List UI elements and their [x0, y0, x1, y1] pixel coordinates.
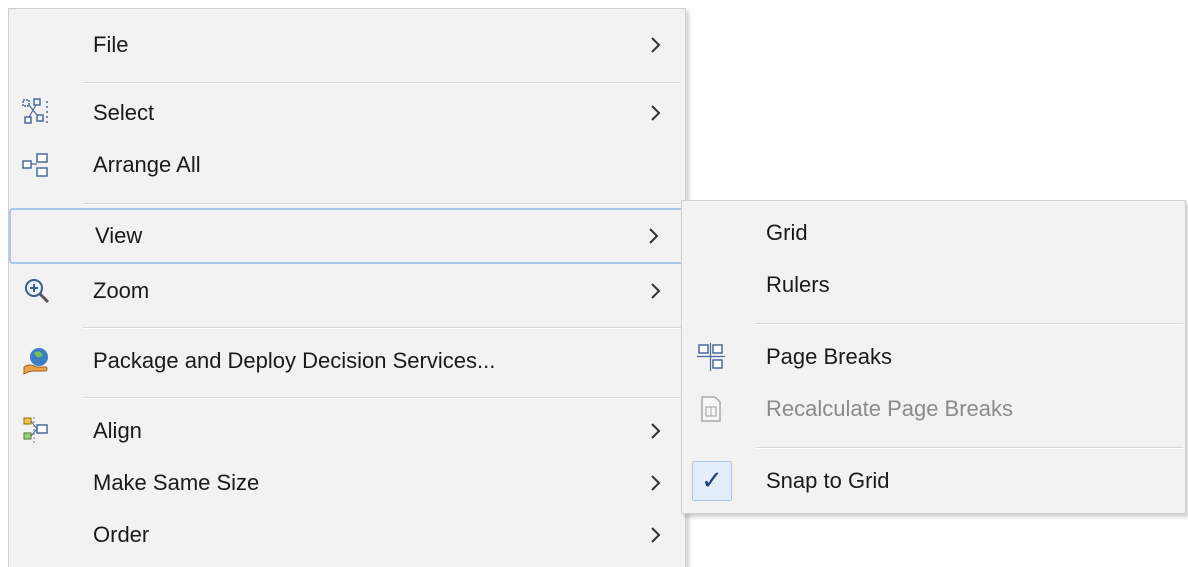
menu-item-label: Zoom — [93, 278, 150, 303]
menu-item-package-deploy[interactable]: Package and Deploy Decision Services... — [9, 335, 685, 387]
submenu-item-label: Rulers — [766, 272, 830, 297]
menu-separator — [83, 82, 681, 84]
checked-indicator: ✓ — [692, 461, 732, 501]
menu-item-label: Arrange All — [93, 152, 201, 177]
submenu-item-rulers[interactable]: Rulers — [682, 259, 1185, 311]
menu-item-select[interactable]: Select — [9, 87, 685, 139]
menu-item-label: Select — [93, 100, 155, 125]
submenu-item-recalculate-page-breaks[interactable]: Recalculate Page Breaks — [682, 383, 1185, 435]
align-icon — [23, 417, 48, 443]
chevron-right-icon — [651, 475, 661, 491]
menu-item-label: Order — [93, 522, 150, 547]
chevron-right-icon — [651, 37, 661, 53]
menu-separator — [83, 327, 681, 329]
menu-item-label: View — [95, 223, 143, 248]
arrange-all-icon — [22, 153, 48, 177]
chevron-right-icon — [651, 283, 661, 299]
submenu-item-label: Snap to Grid — [766, 468, 890, 493]
submenu-item-label: Grid — [766, 220, 808, 245]
chevron-right-icon — [651, 105, 661, 121]
chevron-right-icon — [649, 228, 659, 244]
recalculate-page-breaks-icon — [701, 396, 721, 422]
submenu-separator — [756, 323, 1183, 325]
chevron-right-icon — [651, 527, 661, 543]
select-nodes-icon — [22, 98, 48, 125]
menu-item-order[interactable]: Order — [9, 509, 685, 561]
menu-item-label: File — [93, 32, 129, 57]
chevron-right-icon — [651, 423, 661, 439]
menu-item-make-same-size[interactable]: Make Same Size — [9, 457, 685, 509]
submenu-item-page-breaks[interactable]: Page Breaks — [682, 331, 1185, 383]
deploy-icon — [23, 348, 48, 375]
menu-item-label: Package and Deploy Decision Services... — [93, 348, 496, 373]
submenu-item-label: Recalculate Page Breaks — [766, 396, 1014, 421]
menu-item-label: Make Same Size — [93, 470, 260, 495]
menu-separator — [83, 203, 681, 205]
menu-separator — [83, 397, 681, 399]
context-menu: File Select Arrange All View Zoom Packag… — [8, 8, 686, 567]
menu-item-view[interactable]: View — [9, 208, 685, 264]
menu-item-label: Align — [93, 418, 142, 443]
menu-item-align[interactable]: Align — [9, 405, 685, 457]
menu-item-arrange-all[interactable]: Arrange All — [9, 139, 685, 191]
page-breaks-icon — [697, 343, 725, 371]
screen: File Select Arrange All View Zoom Packag… — [0, 0, 1188, 567]
submenu-item-snap-to-grid[interactable]: ✓ Snap to Grid — [682, 455, 1185, 507]
zoom-in-icon — [25, 279, 50, 304]
view-submenu: Grid Rulers Page Breaks Recalculate Page… — [681, 200, 1186, 514]
submenu-item-label: Page Breaks — [766, 344, 892, 369]
submenu-separator — [756, 447, 1183, 449]
submenu-item-grid[interactable]: Grid — [682, 207, 1185, 259]
menu-item-file[interactable]: File — [9, 19, 685, 71]
checkmark-icon: ✓ — [701, 466, 723, 496]
menu-item-zoom[interactable]: Zoom — [9, 265, 685, 317]
